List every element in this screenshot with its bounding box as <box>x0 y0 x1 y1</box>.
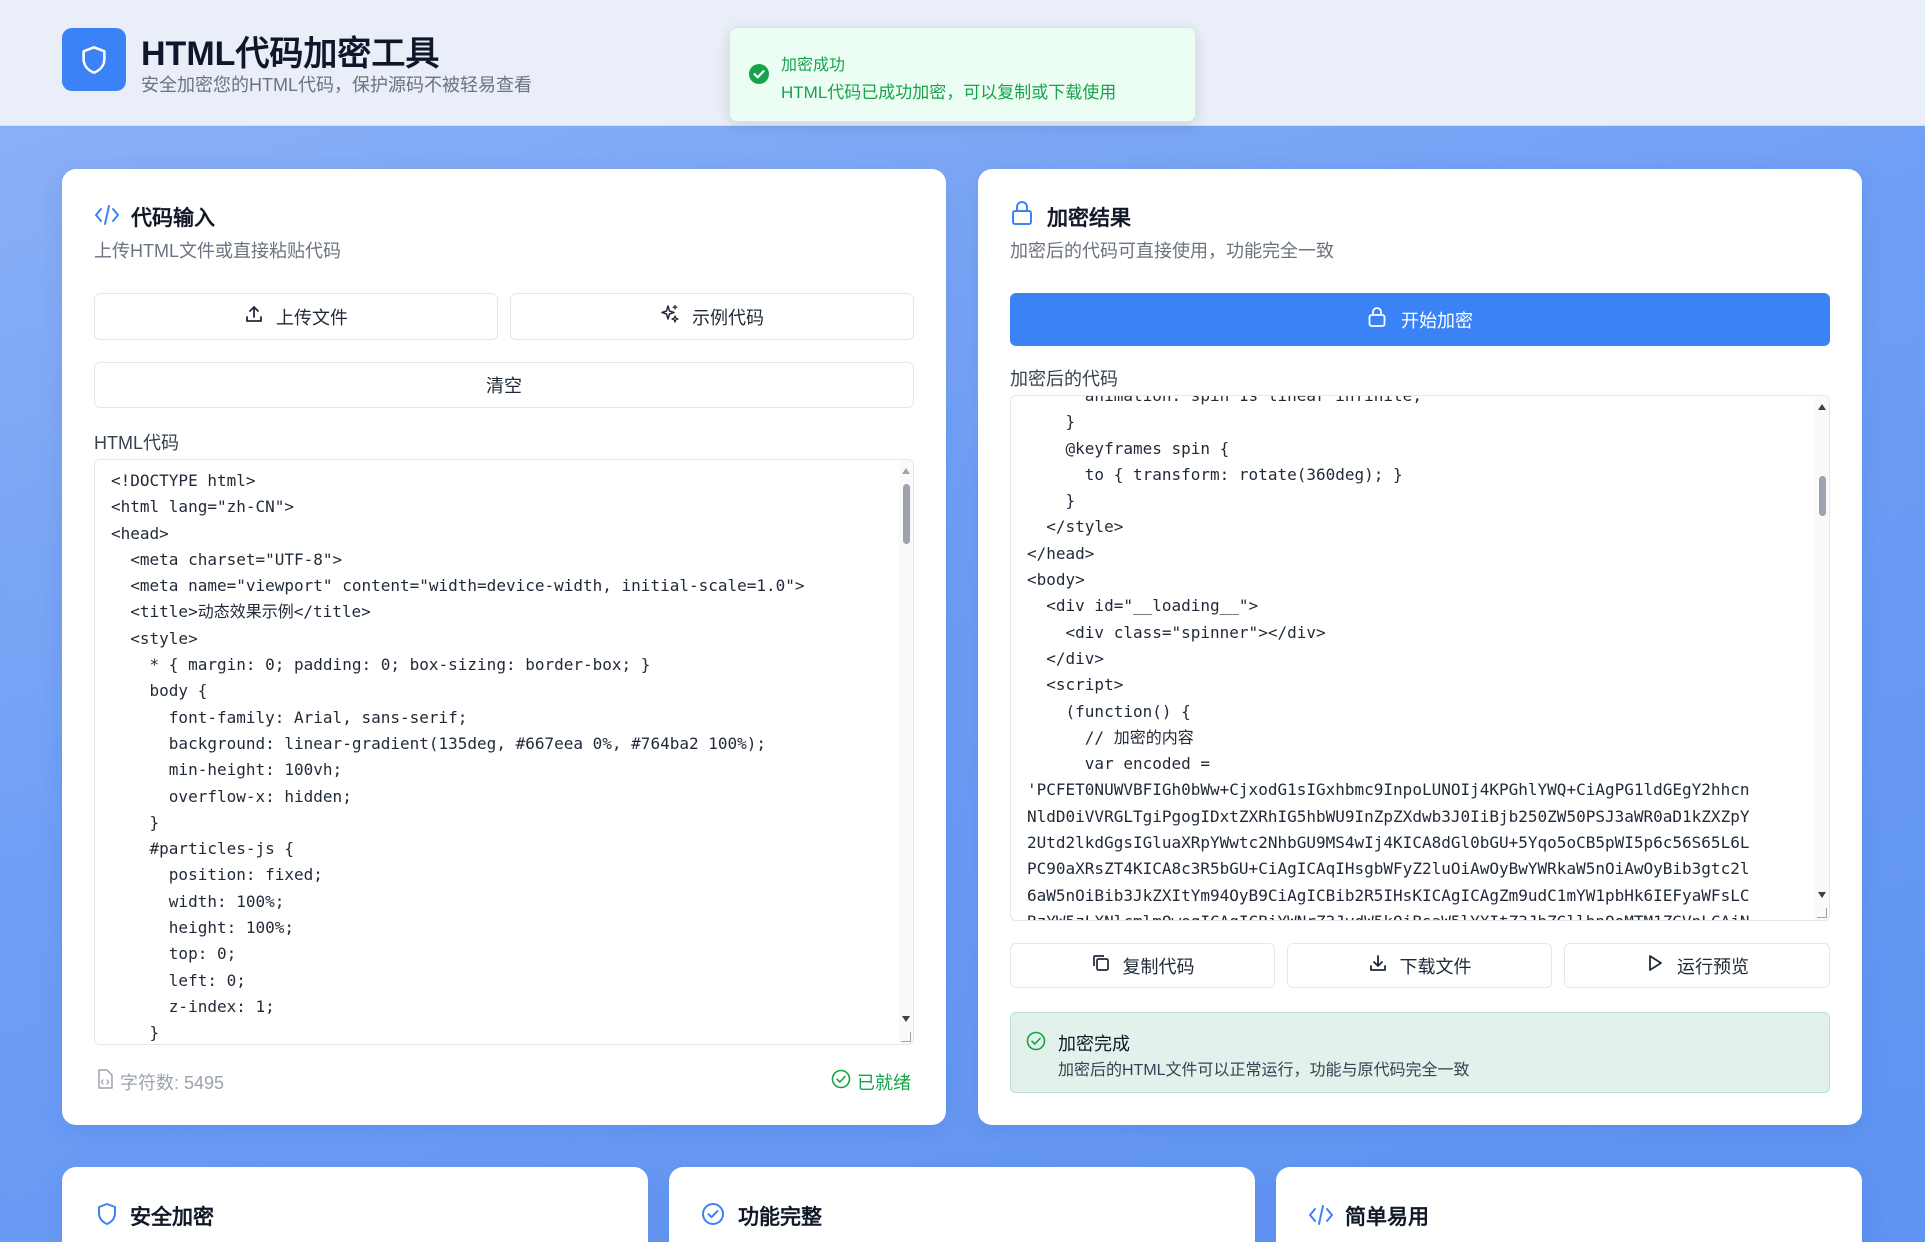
download-file-button[interactable]: 下载文件 <box>1287 943 1552 988</box>
feature-card-easy: 简单易用 <box>1276 1167 1862 1242</box>
check-circle-icon <box>748 63 770 90</box>
app-subtitle: 安全加密您的HTML代码，保护源码不被轻易查看 <box>141 75 532 95</box>
input-card-subtitle: 上传HTML文件或直接粘贴代码 <box>94 241 341 261</box>
clear-label: 清空 <box>486 376 522 396</box>
toast-title: 加密成功 <box>781 57 846 74</box>
ready-status: 已就绪 <box>857 1073 911 1093</box>
lock-icon <box>1010 200 1034 231</box>
lock-icon <box>1367 306 1387 333</box>
clear-button[interactable]: 清空 <box>94 362 914 408</box>
file-code-icon <box>96 1069 114 1094</box>
app-title: HTML代码加密工具 <box>141 35 440 73</box>
start-encrypt-button[interactable]: 开始加密 <box>1010 293 1830 346</box>
html-code-textarea[interactable]: <!DOCTYPE html> <html lang="zh-CN"> <hea… <box>94 459 914 1045</box>
code-icon <box>94 204 120 231</box>
copy-icon <box>1091 953 1111 978</box>
check-circle-icon <box>701 1202 725 1231</box>
code-icon <box>1308 1204 1334 1231</box>
resize-handle-icon[interactable] <box>901 1032 911 1042</box>
upload-file-button[interactable]: 上传文件 <box>94 293 498 340</box>
char-count: 字符数: 5495 <box>120 1073 225 1093</box>
upload-icon <box>244 304 264 329</box>
encrypted-code-content: animation: spin 1s linear infinite; } @k… <box>1027 395 1750 920</box>
feature-title-secure: 安全加密 <box>130 1206 214 1229</box>
feature-title-complete: 功能完整 <box>738 1206 822 1229</box>
example-code-label: 示例代码 <box>692 307 764 328</box>
encrypted-code-textarea[interactable]: animation: spin 1s linear infinite; } @k… <box>1010 395 1830 921</box>
play-icon <box>1645 953 1665 978</box>
feature-card-complete: 功能完整 <box>669 1167 1255 1242</box>
app-header: HTML代码加密工具 安全加密您的HTML代码，保护源码不被轻易查看 加密成功 … <box>0 0 1925 126</box>
scroll-up-arrow[interactable] <box>902 468 910 474</box>
html-code-content: <!DOCTYPE html> <html lang="zh-CN"> <hea… <box>111 471 805 1043</box>
scroll-down-arrow[interactable] <box>902 1016 910 1022</box>
copy-code-button[interactable]: 复制代码 <box>1010 943 1275 988</box>
scroll-thumb[interactable] <box>903 484 910 544</box>
html-code-label: HTML代码 <box>94 433 179 453</box>
resize-handle-icon[interactable] <box>1817 908 1827 918</box>
start-encrypt-label: 开始加密 <box>1401 310 1473 331</box>
shield-icon <box>62 28 126 91</box>
check-circle-icon <box>831 1069 851 1094</box>
run-preview-button[interactable]: 运行预览 <box>1564 943 1830 988</box>
scroll-down-arrow[interactable] <box>1818 892 1826 898</box>
example-code-button[interactable]: 示例代码 <box>510 293 914 340</box>
feature-title-easy: 简单易用 <box>1345 1206 1429 1229</box>
code-input-card: 代码输入 上传HTML文件或直接粘贴代码 上传文件 示例代码 清空 HTML代码… <box>62 169 946 1125</box>
copy-code-label: 复制代码 <box>1122 956 1195 977</box>
feature-card-secure: 安全加密 <box>62 1167 648 1242</box>
encrypt-done-alert: 加密完成 加密后的HTML文件可以正常运行，功能与原代码完全一致 <box>1010 1012 1830 1093</box>
sparkles-icon <box>660 304 680 329</box>
encrypt-done-message: 加密后的HTML文件可以正常运行，功能与原代码完全一致 <box>1058 1062 1470 1079</box>
result-card-title: 加密结果 <box>1047 207 1131 230</box>
shield-icon <box>96 1202 118 1231</box>
download-icon <box>1368 953 1388 978</box>
result-scrollbar[interactable] <box>1815 396 1829 920</box>
scroll-up-arrow[interactable] <box>1818 404 1826 410</box>
scroll-thumb[interactable] <box>1819 476 1826 516</box>
download-file-label: 下载文件 <box>1399 956 1472 977</box>
encrypted-code-label: 加密后的代码 <box>1010 369 1118 389</box>
upload-file-label: 上传文件 <box>276 307 348 328</box>
run-preview-label: 运行预览 <box>1677 956 1749 977</box>
check-circle-icon <box>1026 1031 1046 1056</box>
encrypt-done-title: 加密完成 <box>1058 1034 1130 1054</box>
encrypt-result-card: 加密结果 加密后的代码可直接使用，功能完全一致 开始加密 加密后的代码 anim… <box>978 169 1862 1125</box>
result-card-subtitle: 加密后的代码可直接使用，功能完全一致 <box>1010 241 1334 261</box>
input-card-title: 代码输入 <box>131 207 215 230</box>
toast-message: HTML代码已成功加密，可以复制或下载使用 <box>781 83 1117 102</box>
success-toast: 加密成功 HTML代码已成功加密，可以复制或下载使用 <box>729 27 1196 122</box>
input-scrollbar[interactable] <box>899 460 913 1044</box>
